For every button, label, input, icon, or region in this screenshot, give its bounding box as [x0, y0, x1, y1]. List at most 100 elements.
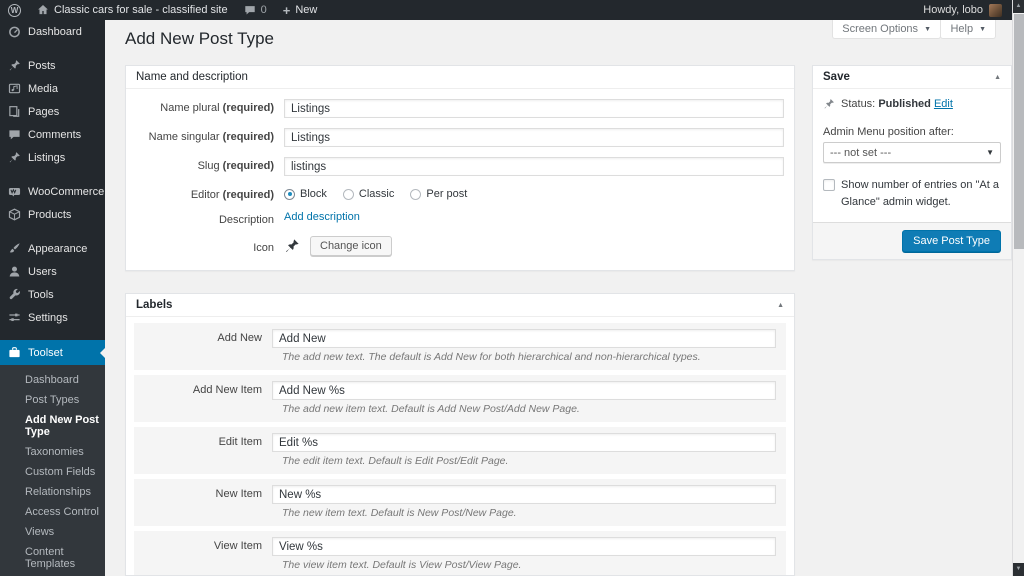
- page-title: Add New Post Type: [125, 29, 274, 48]
- sidebar-item-listings[interactable]: Listings: [0, 146, 105, 169]
- sidebar-item-pages[interactable]: Pages: [0, 100, 105, 123]
- sidebar-item-users[interactable]: Users: [0, 260, 105, 283]
- help-text: The add new item text. Default is Add Ne…: [282, 403, 580, 415]
- sidebar-item-appearance[interactable]: Appearance: [0, 237, 105, 260]
- radio-icon: [410, 188, 422, 200]
- admin-sidebar: Dashboard Posts Media Pages Comments Lis…: [0, 20, 105, 576]
- chevron-down-icon: ▼: [924, 25, 931, 33]
- wordpress-logo-icon: W: [8, 3, 21, 17]
- user-avatar[interactable]: [989, 3, 1002, 17]
- sliders-icon: [9, 313, 20, 322]
- sidebar-item-comments[interactable]: Comments: [0, 123, 105, 146]
- icon-row: Icon Change icon: [136, 236, 784, 256]
- label-row-new-item: New Item The new item text. Default is N…: [134, 479, 786, 526]
- site-name-link[interactable]: Classic cars for sale - classified site: [29, 0, 236, 20]
- scroll-down-icon[interactable]: ▼: [1013, 563, 1024, 576]
- cube-icon: [8, 208, 21, 221]
- name-singular-input[interactable]: [284, 128, 784, 147]
- sidebar-item-woocommerce[interactable]: WooCommerce: [0, 180, 105, 203]
- sidebar-item-settings[interactable]: Settings: [0, 306, 105, 329]
- add-description-link[interactable]: Add description: [284, 211, 360, 223]
- name-description-panel-header: Name and description: [126, 66, 794, 89]
- help-text: The add new text. The default is Add New…: [282, 351, 701, 363]
- save-panel-footer: Save Post Type: [813, 222, 1011, 259]
- submenu-taxonomies[interactable]: Taxonomies: [0, 442, 105, 462]
- sidebar-item-toolset[interactable]: Toolset: [0, 340, 105, 365]
- submenu-views[interactable]: Views: [0, 522, 105, 542]
- scrollbar-thumb[interactable]: [1014, 14, 1024, 249]
- submenu-access-control[interactable]: Access Control: [0, 502, 105, 522]
- site-name-label: Classic cars for sale - classified site: [54, 4, 228, 16]
- edit-item-input[interactable]: [272, 433, 776, 452]
- brush-icon: [9, 243, 20, 253]
- labels-panel: Labels ▲ Add New The add new text. The d…: [125, 293, 795, 576]
- wordpress-logo-menu[interactable]: W: [0, 0, 29, 20]
- sidebar-item-media[interactable]: Media: [0, 77, 105, 100]
- at-a-glance-row: Show number of entries on "At a Glance" …: [823, 177, 1001, 210]
- menu-position-value: --- not set ---: [830, 146, 892, 159]
- chevron-down-icon: ▼: [979, 25, 986, 33]
- label-row-add-new-item: Add New Item The add new item text. Defa…: [134, 375, 786, 422]
- label-row-add-new: Add New The add new text. The default is…: [134, 323, 786, 370]
- submenu-content-templates[interactable]: Content Templates: [0, 542, 105, 574]
- page-scrollbar[interactable]: ▲ ▼: [1012, 0, 1024, 576]
- submenu-relationships[interactable]: Relationships: [0, 482, 105, 502]
- slug-input[interactable]: [284, 157, 784, 176]
- at-a-glance-label: Show number of entries on "At a Glance" …: [841, 179, 999, 208]
- status-pushpin-icon: [824, 99, 834, 109]
- plus-icon: +: [282, 2, 291, 18]
- help-tab[interactable]: Help ▼: [940, 20, 996, 39]
- screen-options-tab[interactable]: Screen Options ▼: [832, 20, 941, 39]
- add-new-item-input[interactable]: [272, 381, 776, 400]
- save-panel-header: Save ▲: [813, 66, 1011, 89]
- name-plural-row: Name plural (required): [136, 99, 784, 118]
- comments-count: 0: [260, 4, 267, 16]
- editor-radio-per-post[interactable]: Per post: [410, 188, 467, 200]
- media-icon: [8, 83, 21, 94]
- current-post-type-pushpin-icon: [286, 239, 299, 252]
- menu-position-select[interactable]: --- not set --- ▼: [823, 142, 1001, 163]
- submenu-post-types[interactable]: Post Types: [0, 390, 105, 410]
- add-new-input[interactable]: [272, 329, 776, 348]
- collapse-icon[interactable]: ▲: [777, 302, 784, 309]
- wrench-icon: [9, 288, 20, 300]
- woocommerce-icon: [8, 187, 21, 197]
- description-row: Description Add description: [218, 211, 360, 226]
- howdy-label[interactable]: Howdy, lobo: [923, 4, 983, 16]
- label-row-view-item: View Item The view item text. Default is…: [134, 531, 786, 575]
- collapse-icon[interactable]: ▲: [994, 74, 1001, 81]
- scroll-up-icon[interactable]: ▲: [1013, 0, 1024, 13]
- submenu-add-new-post-type[interactable]: Add New Post Type: [0, 410, 105, 442]
- editor-radio-classic[interactable]: Classic: [342, 188, 394, 200]
- labels-panel-header: Labels ▲: [126, 294, 794, 317]
- sidebar-item-posts[interactable]: Posts: [0, 54, 105, 77]
- change-icon-button[interactable]: Change icon: [310, 236, 392, 256]
- at-a-glance-checkbox[interactable]: [823, 179, 835, 191]
- sidebar-item-dashboard[interactable]: Dashboard: [0, 20, 105, 43]
- comments-icon: [9, 130, 20, 140]
- radio-selected-icon: [284, 188, 295, 200]
- comments-bubble-icon: [244, 6, 255, 15]
- sidebar-item-tools[interactable]: Tools: [0, 283, 105, 306]
- admin-bar-comments[interactable]: 0: [236, 0, 275, 20]
- save-post-type-button[interactable]: Save Post Type: [902, 230, 1001, 252]
- name-plural-input[interactable]: [284, 99, 784, 118]
- user-icon: [9, 266, 20, 277]
- label-row-edit-item: Edit Item The edit item text. Default is…: [134, 427, 786, 474]
- help-text: The edit item text. Default is Edit Post…: [282, 455, 509, 467]
- new-label: New: [295, 4, 318, 16]
- edit-status-link[interactable]: Edit: [934, 98, 953, 110]
- home-icon: [38, 5, 48, 15]
- submenu-dashboard[interactable]: Dashboard: [0, 370, 105, 390]
- editor-radio-block[interactable]: Block: [284, 188, 327, 200]
- slug-row: Slug (required): [136, 157, 784, 176]
- pages-icon: [9, 106, 20, 117]
- view-item-input[interactable]: [272, 537, 776, 556]
- editor-row: Editor (required) Block Classic Per post: [190, 188, 468, 201]
- dashboard-icon: [9, 26, 20, 38]
- submenu-custom-fields[interactable]: Custom Fields: [0, 462, 105, 482]
- select-arrow-icon: ▼: [986, 148, 994, 157]
- sidebar-item-products[interactable]: Products: [0, 203, 105, 226]
- new-item-input[interactable]: [272, 485, 776, 504]
- admin-bar-new[interactable]: + New: [275, 0, 326, 20]
